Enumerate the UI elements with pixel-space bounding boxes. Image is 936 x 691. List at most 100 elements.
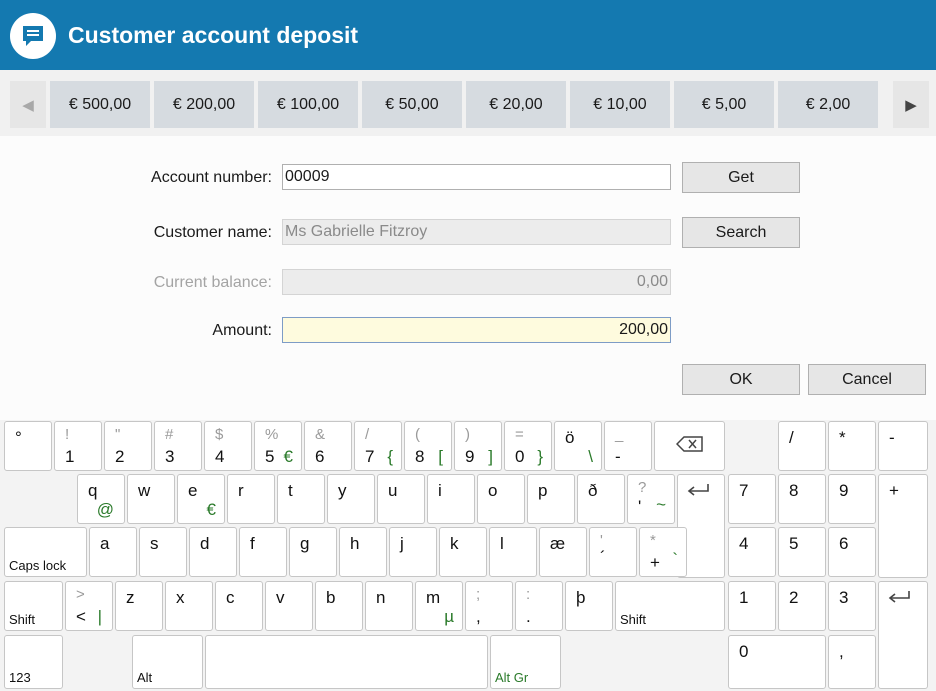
key-apostrophe[interactable]: ? ' ~: [627, 474, 675, 524]
enter-icon: [686, 483, 710, 501]
account-number-label: Account number:: [151, 169, 272, 186]
denom-5-button[interactable]: € 5,00: [674, 81, 774, 128]
key-9[interactable]: ) 9 ]: [454, 421, 502, 471]
customer-name-label: Customer name:: [153, 224, 272, 241]
key-0[interactable]: = 0 }: [504, 421, 552, 471]
scroll-left-button[interactable]: ◀: [10, 81, 46, 128]
caps-lock-key[interactable]: Caps lock: [4, 527, 87, 577]
key-degree[interactable]: °: [4, 421, 52, 471]
key-t[interactable]: t: [277, 474, 325, 524]
key-s[interactable]: s: [139, 527, 187, 577]
numpad-divide-key[interactable]: /: [778, 421, 826, 471]
numpad-decimal-key[interactable]: ,: [828, 635, 876, 689]
alt-key[interactable]: Alt: [132, 635, 203, 689]
key-o[interactable]: o: [477, 474, 525, 524]
numpad-add-key[interactable]: +: [878, 474, 928, 578]
current-balance-label: Current balance:: [153, 274, 272, 291]
key-e[interactable]: e €: [177, 474, 225, 524]
page-title: Customer account deposit: [68, 22, 359, 48]
amount-label: Amount:: [212, 322, 272, 339]
key-d[interactable]: d: [189, 527, 237, 577]
key-l[interactable]: l: [489, 527, 537, 577]
key-ae[interactable]: æ: [539, 527, 587, 577]
key-g[interactable]: g: [289, 527, 337, 577]
amount-input[interactable]: 200,00: [282, 317, 671, 343]
key-w[interactable]: w: [127, 474, 175, 524]
denomination-strip: ◀ € 500,00 € 200,00 € 100,00 € 50,00 € 2…: [0, 70, 936, 136]
key-h[interactable]: h: [339, 527, 387, 577]
key-b[interactable]: b: [315, 581, 363, 631]
key-thorn[interactable]: þ: [565, 581, 613, 631]
key-6[interactable]: & 6: [304, 421, 352, 471]
customer-name-field: Ms Gabrielle Fitzroy: [282, 219, 671, 245]
key-a[interactable]: a: [89, 527, 137, 577]
key-comma[interactable]: ; ,: [465, 581, 513, 631]
space-key[interactable]: [205, 635, 488, 689]
numpad-enter-key[interactable]: [878, 581, 928, 689]
key-7[interactable]: / 7 {: [354, 421, 402, 471]
key-f[interactable]: f: [239, 527, 287, 577]
key-y[interactable]: y: [327, 474, 375, 524]
key-o-umlaut[interactable]: ö \: [554, 421, 602, 471]
key-m[interactable]: m µ: [415, 581, 463, 631]
enter-icon: [887, 590, 911, 608]
key-c[interactable]: c: [215, 581, 263, 631]
key-k[interactable]: k: [439, 527, 487, 577]
backspace-icon: [675, 436, 704, 456]
key-j[interactable]: j: [389, 527, 437, 577]
key-2[interactable]: " 2: [104, 421, 152, 471]
key-i[interactable]: i: [427, 474, 475, 524]
left-shift-key[interactable]: Shift: [4, 581, 63, 631]
numpad-2-key[interactable]: 2: [778, 581, 826, 631]
numeric-toggle-key[interactable]: 123: [4, 635, 63, 689]
key-5[interactable]: % 5 €: [254, 421, 302, 471]
numpad-7-key[interactable]: 7: [728, 474, 776, 524]
key-less-than[interactable]: > < |: [65, 581, 113, 631]
key-period[interactable]: : .: [515, 581, 563, 631]
denom-100-button[interactable]: € 100,00: [258, 81, 358, 128]
numpad-4-key[interactable]: 4: [728, 527, 776, 577]
key-8[interactable]: ( 8 [: [404, 421, 452, 471]
numpad-8-key[interactable]: 8: [778, 474, 826, 524]
key-p[interactable]: p: [527, 474, 575, 524]
key-3[interactable]: # 3: [154, 421, 202, 471]
numpad-5-key[interactable]: 5: [778, 527, 826, 577]
key-q[interactable]: q @: [77, 474, 125, 524]
numpad-0-key[interactable]: 0: [728, 635, 826, 689]
denom-500-button[interactable]: € 500,00: [50, 81, 150, 128]
key-1[interactable]: ! 1: [54, 421, 102, 471]
chat-bubble-icon: [10, 13, 56, 59]
denom-50-button[interactable]: € 50,00: [362, 81, 462, 128]
numpad-subtract-key[interactable]: -: [878, 421, 928, 471]
key-z[interactable]: z: [115, 581, 163, 631]
denom-200-button[interactable]: € 200,00: [154, 81, 254, 128]
numpad-9-key[interactable]: 9: [828, 474, 876, 524]
denom-20-button[interactable]: € 20,00: [466, 81, 566, 128]
numpad-3-key[interactable]: 3: [828, 581, 876, 631]
scroll-right-button[interactable]: ▶: [893, 81, 929, 128]
search-button[interactable]: Search: [682, 217, 800, 248]
cancel-button[interactable]: Cancel: [808, 364, 926, 395]
numpad-1-key[interactable]: 1: [728, 581, 776, 631]
numpad-multiply-key[interactable]: *: [828, 421, 876, 471]
key-eth[interactable]: ð: [577, 474, 625, 524]
key-plus[interactable]: * + `: [639, 527, 687, 577]
key-4[interactable]: $ 4: [204, 421, 252, 471]
account-number-input[interactable]: 00009: [282, 164, 671, 190]
title-bar: Customer account deposit: [0, 0, 936, 70]
key-u[interactable]: u: [377, 474, 425, 524]
alt-gr-key[interactable]: Alt Gr: [490, 635, 561, 689]
key-acute[interactable]: ' ´: [589, 527, 637, 577]
denom-10-button[interactable]: € 10,00: [570, 81, 670, 128]
ok-button[interactable]: OK: [682, 364, 800, 395]
right-shift-key[interactable]: Shift: [615, 581, 725, 631]
key-x[interactable]: x: [165, 581, 213, 631]
denom-2-button[interactable]: € 2,00: [778, 81, 878, 128]
key-v[interactable]: v: [265, 581, 313, 631]
get-button[interactable]: Get: [682, 162, 800, 193]
key-r[interactable]: r: [227, 474, 275, 524]
key-minus[interactable]: _ -: [604, 421, 652, 471]
backspace-key[interactable]: [654, 421, 725, 471]
numpad-6-key[interactable]: 6: [828, 527, 876, 577]
key-n[interactable]: n: [365, 581, 413, 631]
